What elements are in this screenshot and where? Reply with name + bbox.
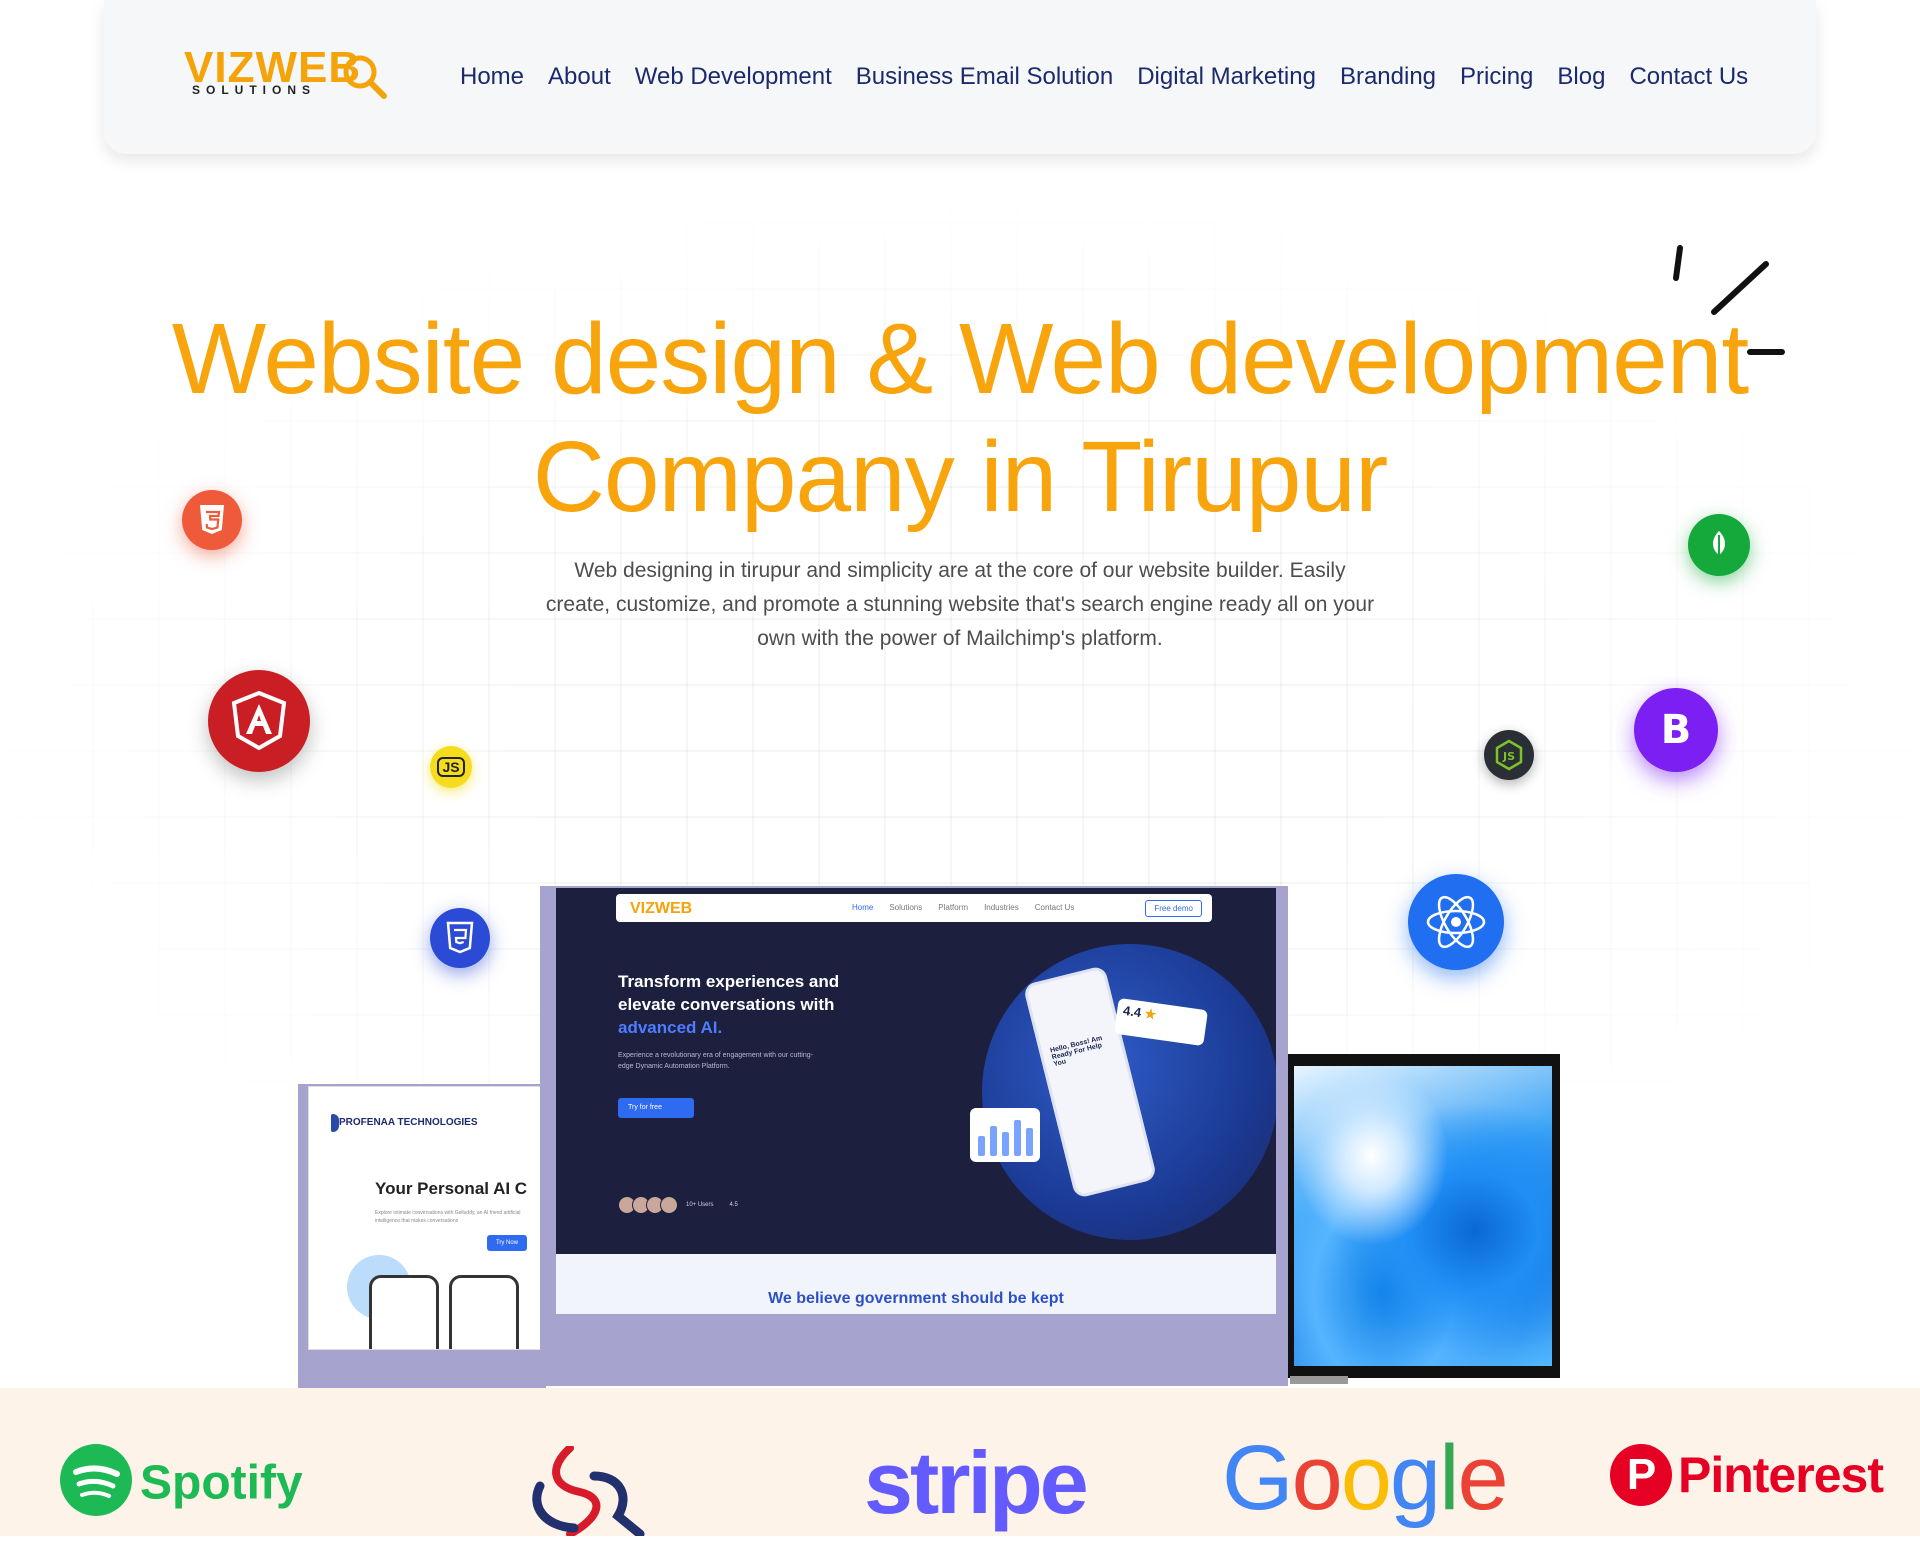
laptop-headline-text: Transform experiences and elevate conver… — [618, 972, 840, 1014]
laptop-try-button: Try for free — [618, 1098, 694, 1118]
tablet-phone-graphic — [369, 1275, 439, 1349]
nav-about[interactable]: About — [548, 60, 611, 94]
spotify-logo: Spotify — [60, 1444, 303, 1540]
avatar — [660, 1196, 678, 1214]
tablet-description: Explore intimate conversations with Gell… — [375, 1210, 521, 1224]
nav-pricing[interactable]: Pricing — [1460, 60, 1533, 94]
mini-chart-bar — [1002, 1132, 1009, 1156]
laptop-description: Experience a revolutionary era of engage… — [618, 1052, 813, 1070]
laptop-bottom-section: We believe government should be kept — [556, 1254, 1276, 1314]
nav-blog[interactable]: Blog — [1557, 60, 1605, 94]
mini-chart-bar — [978, 1136, 985, 1156]
spotify-wordmark: Spotify — [140, 1456, 303, 1510]
site-header: VIZWEB SOLUTIONS Home About Web Developm… — [104, 0, 1816, 154]
main-nav: Home About Web Development Business Emai… — [460, 60, 1772, 94]
hero-subtitle: Web designing in tirupur and simplicity … — [545, 559, 1375, 650]
react-icon — [1408, 874, 1504, 970]
js-icon-label: JS — [437, 757, 465, 777]
monitor-mockup — [1288, 1054, 1560, 1378]
laptop-demo-button: Free demo — [1145, 900, 1202, 917]
laptop-headline: Transform experiences and elevate conver… — [618, 970, 878, 1039]
pinterest-icon: P — [1610, 1443, 1672, 1506]
laptop-user-avatars: 10+ Users 4.5 — [618, 1196, 738, 1214]
mini-chart-bar — [1014, 1120, 1021, 1156]
svg-text:JS: JS — [1502, 750, 1515, 763]
tablet-try-button: Try Now — [487, 1235, 527, 1251]
google-logo: Google — [1222, 1427, 1509, 1529]
laptop-link: Industries — [984, 903, 1019, 912]
laptop-mockup: VIZWEB Home Solutions Platform Industrie… — [540, 886, 1288, 1386]
js-icon: JS — [430, 746, 472, 788]
spotify-icon — [60, 1444, 132, 1516]
magnifier-icon — [343, 55, 387, 99]
tablet-phone-graphic — [449, 1275, 519, 1349]
profenaa-logo-icon — [331, 1114, 339, 1132]
laptop-links: Home Solutions Platform Industries Conta… — [852, 903, 1074, 912]
rating-value: 4.4 — [1122, 1002, 1143, 1021]
users-count: 10+ Users — [686, 1202, 714, 1208]
nav-digital-marketing[interactable]: Digital Marketing — [1137, 60, 1316, 94]
stripe-logo: stripe — [864, 1433, 1089, 1532]
laptop-link: Contact Us — [1034, 903, 1075, 912]
nav-branding[interactable]: Branding — [1340, 60, 1436, 94]
logo-subtitle: SOLUTIONS — [192, 83, 317, 97]
site-logo[interactable]: VIZWEB SOLUTIONS — [184, 46, 387, 102]
phone-greeting: Hello, Boss! Am Ready For Help You — [1049, 1034, 1104, 1069]
laptop-bottom-text: We believe government should be kept — [768, 1290, 1064, 1307]
mini-chart-card — [970, 1108, 1040, 1162]
nav-web-development[interactable]: Web Development — [635, 60, 832, 94]
monitor-stand — [1290, 1376, 1348, 1384]
bootstrap-icon-letter: B — [1660, 707, 1692, 753]
tablet-screen: PROFENAA TECHNOLOGIES Your Personal AI C… — [308, 1086, 544, 1350]
hero-title: Website design & Web development Company… — [100, 300, 1820, 536]
laptop-navbar: VIZWEB Home Solutions Platform Industrie… — [616, 894, 1212, 922]
nav-contact[interactable]: Contact Us — [1629, 60, 1748, 94]
pinterest-logo: P Pinterest — [1610, 1443, 1884, 1536]
star-icon: ★ — [1143, 1005, 1158, 1023]
angular-icon — [208, 670, 310, 772]
monitor-screen-image — [1294, 1066, 1552, 1366]
css3-icon — [430, 908, 490, 968]
sr-emblem-logo — [510, 1444, 650, 1539]
laptop-link: Platform — [938, 903, 969, 912]
pinterest-wordmark: Pinterest — [1678, 1447, 1884, 1503]
laptop-link: Home — [852, 903, 874, 912]
tablet-headline: Your Personal AI C — [375, 1179, 528, 1198]
tablet-mockup: PROFENAA TECHNOLOGIES Your Personal AI C… — [298, 1084, 546, 1388]
laptop-headline-accent: advanced AI. — [618, 1018, 723, 1037]
nav-home[interactable]: Home — [460, 60, 524, 94]
mini-chart-bar — [990, 1126, 997, 1156]
mini-chart-bar — [1026, 1128, 1033, 1156]
mongodb-icon — [1688, 514, 1750, 576]
nodejs-icon: JS — [1484, 730, 1534, 780]
laptop-logo: VIZWEB — [630, 900, 693, 917]
hero-title-line2: Company in Tirupur — [532, 421, 1389, 533]
tablet-brand: PROFENAA TECHNOLOGIES — [339, 1117, 478, 1128]
laptop-screen: VIZWEB Home Solutions Platform Industrie… — [556, 888, 1276, 1254]
laptop-link: Solutions — [889, 903, 923, 912]
hero-title-line1: Website design & Web development — [171, 303, 1749, 415]
bootstrap-icon: B — [1634, 688, 1718, 772]
users-rating: 4.5 — [729, 1202, 738, 1208]
html5-icon — [182, 490, 242, 550]
nav-business-email[interactable]: Business Email Solution — [856, 60, 1113, 94]
partner-logos-strip: Spotify stripe Google P Pinterest — [0, 1388, 1920, 1539]
